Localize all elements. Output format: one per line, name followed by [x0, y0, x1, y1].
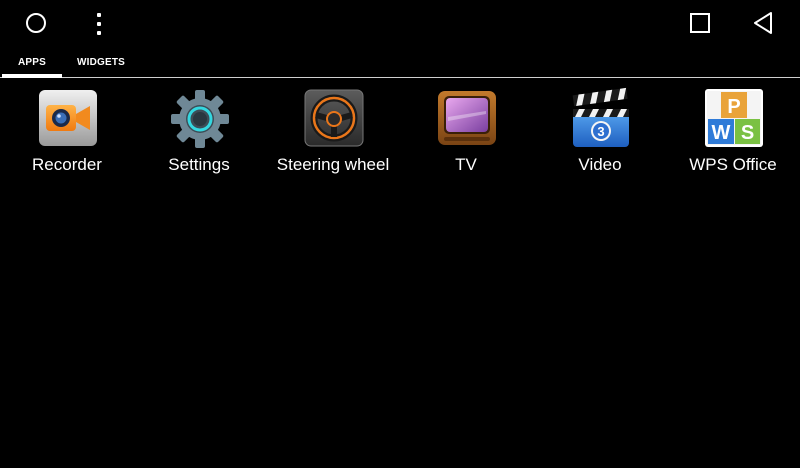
tab-bar: APPS WIDGETS	[0, 50, 800, 80]
wps-office-icon: P W S	[705, 89, 763, 147]
back-triangle-icon[interactable]	[751, 11, 775, 35]
steering-wheel-icon	[304, 89, 364, 147]
settings-gear-icon	[171, 90, 229, 148]
video-clapper-icon: 3	[572, 87, 629, 147]
svg-text:W: W	[712, 122, 731, 144]
recorder-icon	[39, 90, 97, 146]
svg-text:P: P	[727, 96, 740, 118]
app-steering-wheel[interactable]: Steering wheel	[266, 86, 400, 182]
app-label: Recorder	[32, 155, 102, 174]
app-label: Settings	[168, 155, 230, 174]
app-label: Video	[578, 155, 622, 174]
app-label: Steering wheel	[276, 155, 390, 174]
app-grid: Recorder Settings Steering wheel TV 3 Vi…	[0, 86, 800, 186]
app-wps-office[interactable]: P W S WPS Office	[666, 86, 800, 182]
app-tv[interactable]: TV	[399, 86, 533, 182]
app-video[interactable]: 3 Video	[533, 86, 667, 182]
svg-text:S: S	[741, 122, 754, 144]
app-recorder[interactable]: Recorder	[0, 86, 134, 182]
tab-widgets[interactable]: WIDGETS	[66, 50, 136, 78]
tab-divider	[0, 77, 800, 78]
app-drawer-screen: APPS WIDGETS Recorder Settings Steering …	[0, 0, 800, 468]
recents-square-icon[interactable]	[690, 13, 710, 33]
overflow-menu-icon[interactable]	[89, 12, 109, 36]
svg-text:3: 3	[597, 124, 604, 139]
home-circle-icon[interactable]	[26, 13, 46, 33]
top-bar	[0, 0, 800, 46]
selected-tab-indicator	[2, 74, 62, 78]
app-label: TV	[455, 155, 477, 174]
app-settings[interactable]: Settings	[132, 86, 266, 182]
app-label: WPS Office	[689, 155, 777, 174]
tv-icon	[438, 91, 496, 145]
